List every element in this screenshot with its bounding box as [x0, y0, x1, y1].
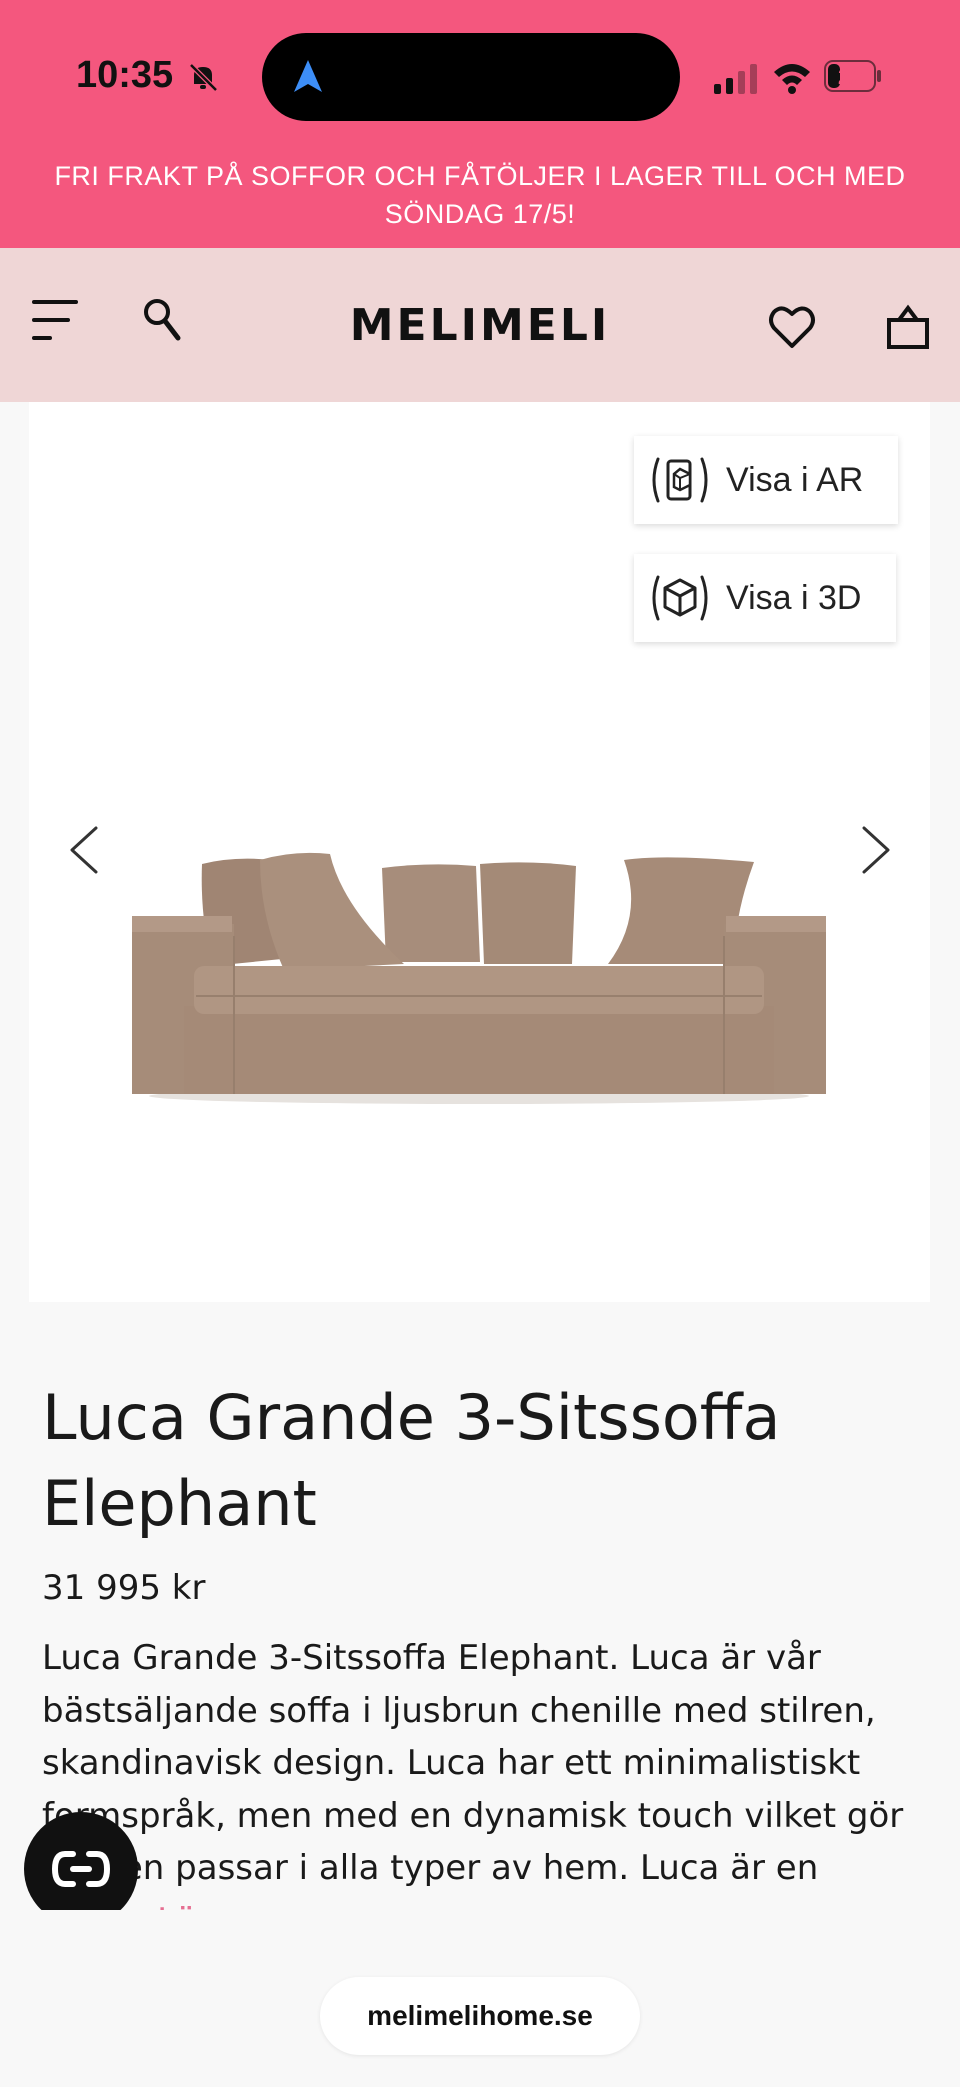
shopping-bag-icon[interactable] — [886, 302, 930, 350]
bell-muted-icon — [189, 63, 218, 92]
wifi-icon — [774, 64, 810, 94]
clock: 10:35 — [76, 54, 174, 96]
view-in-3d-button[interactable]: Visa i 3D — [634, 554, 896, 642]
battery-level: 22 — [838, 64, 863, 89]
heart-icon[interactable] — [768, 304, 816, 350]
product-description: Luca Grande 3-Sitssoffa Elephant. Luca ä… — [42, 1632, 922, 1947]
chat-icon — [51, 1851, 111, 1887]
view-in-3d-label: Visa i 3D — [726, 578, 862, 617]
chevron-right-icon[interactable] — [858, 824, 894, 876]
promo-banner[interactable]: FRI FRAKT PÅ SOFFOR OCH FÅTÖLJER I LAGER… — [0, 155, 960, 248]
promo-text: FRI FRAKT PÅ SOFFOR OCH FÅTÖLJER I LAGER… — [54, 161, 906, 229]
location-arrow-icon — [294, 60, 322, 92]
view-in-ar-button[interactable]: Visa i AR — [634, 436, 898, 524]
address-bar[interactable]: melimelihome.se — [320, 1977, 640, 2055]
view-in-ar-label: Visa i AR — [726, 460, 864, 499]
product-title: Luca Grande 3-Sitssoffa Elephant — [42, 1381, 781, 1540]
ar-icon — [652, 457, 708, 503]
chat-button[interactable] — [24, 1812, 138, 1926]
product-description-text: Luca Grande 3-Sitssoffa Elephant. Luca ä… — [42, 1638, 904, 1941]
chevron-left-icon[interactable] — [66, 824, 102, 876]
site-logo[interactable]: MELIMELI — [0, 300, 960, 351]
status-bar: 10:35 22 — [0, 0, 960, 155]
cube-3d-icon — [652, 575, 708, 621]
signal-icon — [714, 64, 757, 94]
product-price: 31 995 kr — [42, 1568, 206, 1608]
product-image — [132, 852, 826, 1104]
